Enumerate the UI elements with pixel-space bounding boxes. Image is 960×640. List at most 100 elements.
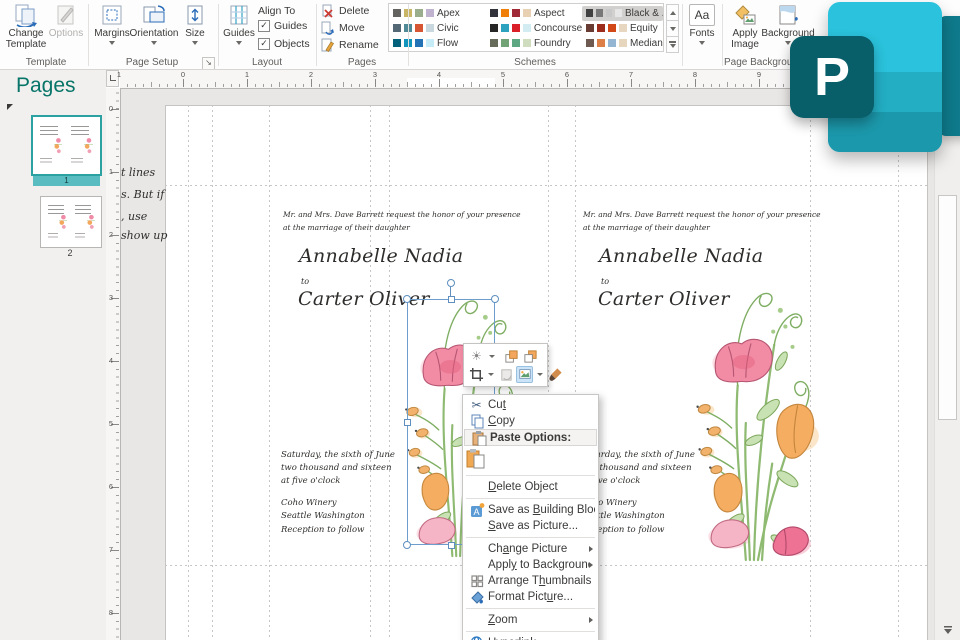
menu-item-save-as-building-block[interactable]: A Save as Building Block... [463,502,598,518]
page-2-label[interactable]: 2 [40,248,100,258]
chevron-down-icon[interactable] [537,372,543,376]
crop-button[interactable] [468,366,484,383]
bring-forward-button[interactable] [503,348,520,365]
handle-bottom-left[interactable] [403,541,411,549]
change-template-button[interactable]: Change Template [5,2,47,56]
menu-item-delete-object[interactable]: Delete Object [463,479,598,495]
corrections-button[interactable]: ☀ [468,348,485,365]
checkbox-icon[interactable]: ✓ [258,20,270,32]
page-thumbnail-1[interactable] [31,115,102,176]
scheme-civic[interactable]: Civic [389,21,486,36]
picture-style-button[interactable] [516,365,533,383]
page-1-label[interactable]: 1 [33,176,100,186]
size-button[interactable]: Size [179,2,211,56]
scheme-name: Civic [437,22,459,34]
bride-name[interactable]: Annabelle Nadia [299,245,463,267]
menu-item-cut[interactable]: ✂ Cut [463,397,598,413]
menu-item-paste-options[interactable]: Paste Options: [464,429,597,446]
handle-top-left[interactable] [403,295,411,303]
vruler-number: 7 [108,545,114,554]
connector-text[interactable]: to [601,277,609,286]
intro-text[interactable]: Mr. and Mrs. Dave Barrett request the ho… [283,208,521,234]
send-backward-button[interactable] [522,348,539,365]
chevron-down-icon[interactable] [489,354,495,358]
submenu-arrow-icon [589,617,593,623]
scheme-swatch [415,39,423,47]
scheme-apex[interactable]: Apex [389,6,486,21]
menu-item-arrange-thumbnails[interactable]: Arrange Thumbnails [463,573,598,589]
date-text[interactable]: Saturday, the sixth of June two thousand … [281,449,395,488]
menu-item-label: Delete Object [488,481,558,493]
options-button[interactable]: Options [48,2,84,56]
change-picture-button[interactable] [498,366,514,383]
scheme-name: Apex [437,7,460,19]
scheme-concourse[interactable]: Concourse [486,21,582,36]
apply-image-button[interactable]: Apply Image [726,2,764,56]
scheme-swatch [501,39,509,47]
rename-page-button[interactable]: Rename [320,37,379,53]
rotate-handle[interactable] [447,279,455,287]
margins-icon [100,2,124,28]
menu-item-change-picture[interactable]: Change Picture [463,541,598,557]
scheme-name: Median [630,37,663,49]
margins-button[interactable]: Margins [94,2,130,56]
menu-item-paste-option[interactable] [463,446,598,472]
intro-text[interactable]: Mr. and Mrs. Dave Barrett request the ho… [583,208,821,234]
scheme-swatch [415,9,423,17]
guides-icon [227,2,251,28]
scheme-equity[interactable]: Equity [582,21,663,36]
scrollbar-thumb[interactable] [938,195,957,420]
chevron-down-icon[interactable] [488,372,494,376]
align-guides-checkbox[interactable]: ✓ Guides [258,20,307,32]
scheme-median[interactable]: Median [582,36,663,51]
menu-item-label: Cut [488,399,506,411]
reception-text[interactable]: Reception to follow [281,524,364,537]
schemes-scroll-up-button[interactable] [666,4,679,21]
vertical-ruler: 0 1 2 3 4 5 6 7 8 [106,88,121,640]
delete-page-button[interactable]: Delete [320,3,369,19]
menu-item-apply-to-background[interactable]: Apply to Background [463,557,598,573]
scheme-black[interactable]: Black & ... [582,5,663,21]
scheme-swatch [490,24,498,32]
vruler-number: 6 [108,482,114,491]
connector-text[interactable]: to [301,277,309,286]
scheme-aspect[interactable]: Aspect [486,6,582,21]
bride-name[interactable]: Annabelle Nadia [599,245,763,267]
menu-item-zoom[interactable]: Zoom [463,612,598,628]
vertical-scrollbar[interactable] [934,88,960,640]
guides-button[interactable]: Guides [221,2,257,56]
venue-text[interactable]: Coho Winery Seattle Washington [281,497,365,523]
template-group-label: Template [25,57,67,68]
format-painter-button[interactable] [547,366,563,383]
collapse-panel-icon[interactable] [7,104,13,110]
scheme-swatch [426,24,434,32]
thumbnail-mini-card [38,124,63,167]
page-thumbnail-2[interactable] [40,196,102,248]
handle-bottom-mid[interactable] [447,541,455,549]
menu-item-format-picture[interactable]: Format Picture... [463,589,598,605]
checkbox-icon[interactable]: ✓ [258,38,270,50]
handle-top-mid[interactable] [447,295,455,303]
dropdown-caret-icon [699,41,705,45]
next-page-button[interactable] [939,622,957,637]
brush-icon [547,366,563,382]
handle-left-mid[interactable] [403,418,411,426]
menu-item-hyperlink[interactable]: Hyperlink... [463,635,598,640]
handle-top-right[interactable] [491,295,499,303]
menu-item-label: Copy [488,415,515,427]
scheme-flow[interactable]: Flow [389,36,486,51]
align-objects-checkbox[interactable]: ✓ Objects [258,38,310,50]
schemes-scroll-down-button[interactable] [666,20,679,37]
menu-item-save-as-picture[interactable]: Save as Picture... [463,518,598,534]
scheme-foundry[interactable]: Foundry [486,36,582,51]
menu-item-copy[interactable]: Copy [463,413,598,429]
scheme-swatch [501,9,509,17]
orientation-button[interactable]: Orientation [129,2,179,56]
menu-item-label: Paste Options: [490,431,572,444]
guide-horizontal [165,185,928,186]
flower-image-right[interactable] [682,286,834,562]
move-page-button[interactable]: Move [320,20,365,36]
scheme-swatch [393,9,401,17]
fonts-button[interactable]: Aa Fonts [688,2,716,56]
schemes-more-button[interactable] [666,36,679,53]
